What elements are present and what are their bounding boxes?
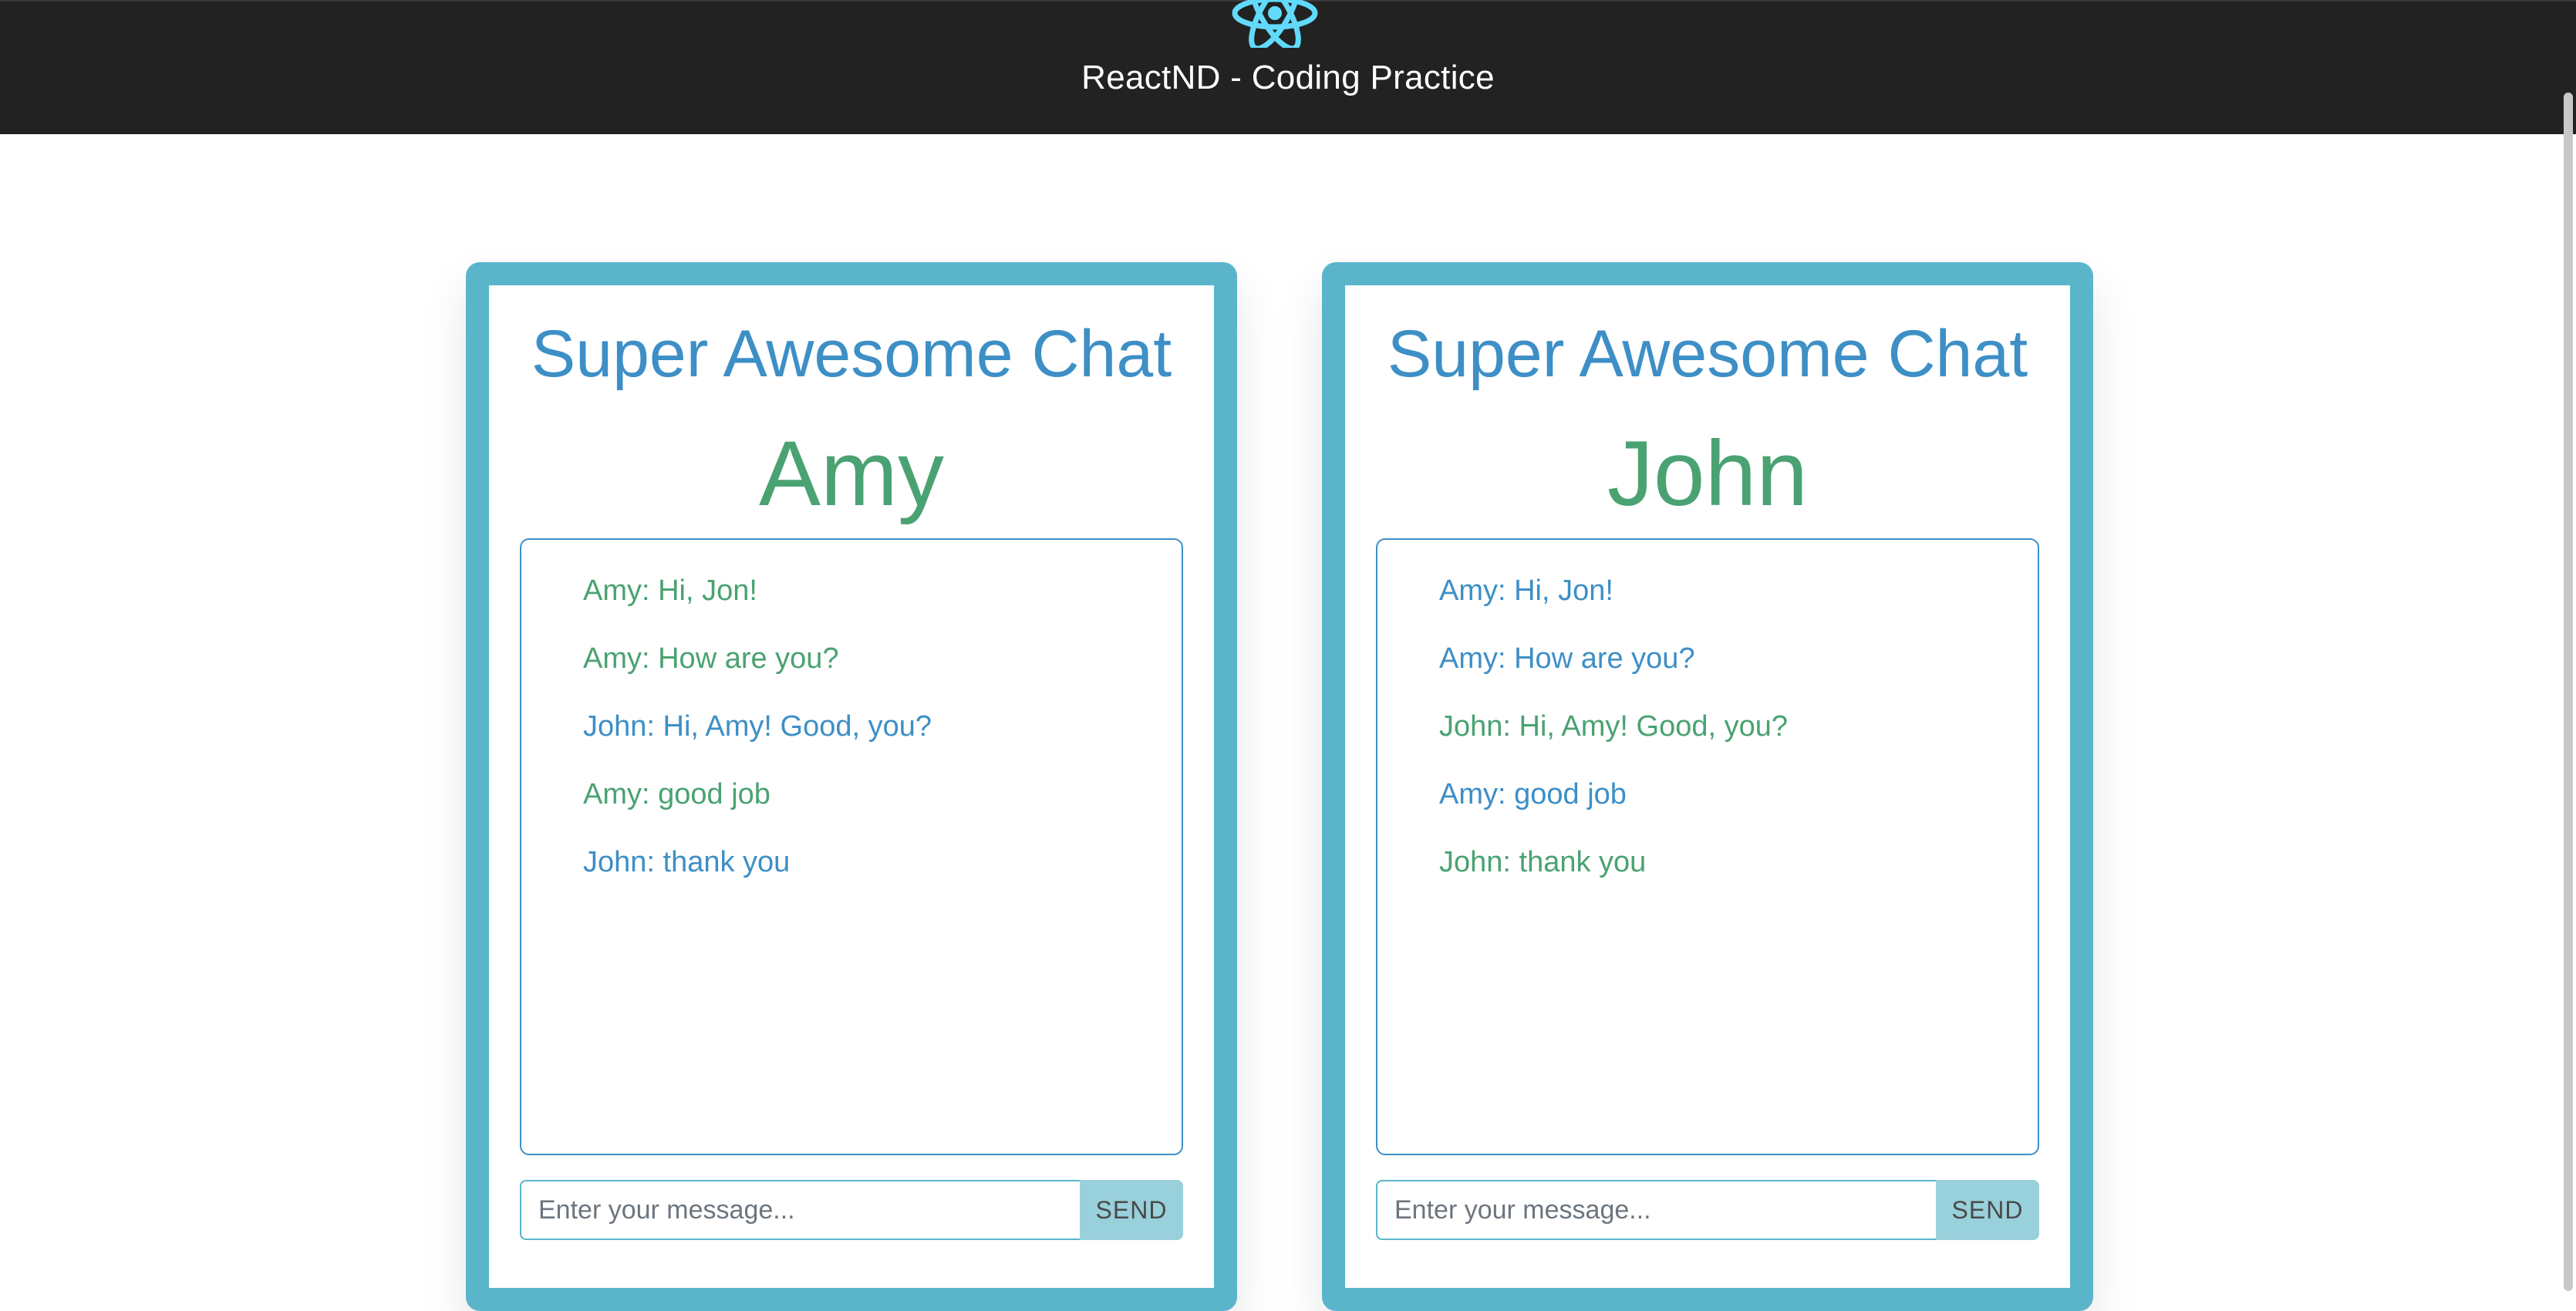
chat-username: Amy bbox=[759, 422, 944, 525]
message-item: John: thank you bbox=[1439, 846, 1647, 878]
message-item: John: thank you bbox=[583, 846, 791, 878]
message-list[interactable]: Amy: Hi, Jon! Amy: How are you? John: Hi… bbox=[520, 538, 1183, 1155]
react-logo-icon bbox=[1232, 0, 1318, 48]
message-item: Amy: How are you? bbox=[1439, 642, 1695, 675]
chat-window-john: Super Awesome Chat John Amy: Hi, Jon! Am… bbox=[1322, 262, 2093, 1311]
send-button[interactable]: SEND bbox=[1936, 1180, 2039, 1240]
chat-heading: Super Awesome Chat bbox=[1387, 317, 2028, 391]
message-item: John: Hi, Amy! Good, you? bbox=[583, 710, 932, 743]
send-button[interactable]: SEND bbox=[1080, 1180, 1183, 1240]
message-item: Amy: good job bbox=[1439, 778, 1627, 811]
message-item: Amy: Hi, Jon! bbox=[1439, 575, 1613, 607]
message-item: Amy: Hi, Jon! bbox=[583, 575, 757, 607]
message-list[interactable]: Amy: Hi, Jon! Amy: How are you? John: Hi… bbox=[1376, 538, 2039, 1155]
chat-window-amy: Super Awesome Chat Amy Amy: Hi, Jon! Amy… bbox=[466, 262, 1237, 1311]
app-title: ReactND - Coding Practice bbox=[1081, 59, 1495, 96]
message-item: John: Hi, Amy! Good, you? bbox=[1439, 710, 1789, 743]
page-scrollbar[interactable] bbox=[2564, 93, 2573, 1291]
message-form: SEND bbox=[1376, 1180, 2039, 1240]
message-item: Amy: good job bbox=[583, 778, 770, 811]
message-form: SEND bbox=[520, 1180, 1183, 1240]
chat-username: John bbox=[1607, 422, 1809, 525]
message-input[interactable] bbox=[1376, 1180, 1936, 1240]
message-input[interactable] bbox=[520, 1180, 1080, 1240]
chat-heading: Super Awesome Chat bbox=[531, 317, 1172, 391]
message-item: Amy: How are you? bbox=[583, 642, 839, 675]
app-header: ReactND - Coding Practice bbox=[0, 0, 2576, 134]
